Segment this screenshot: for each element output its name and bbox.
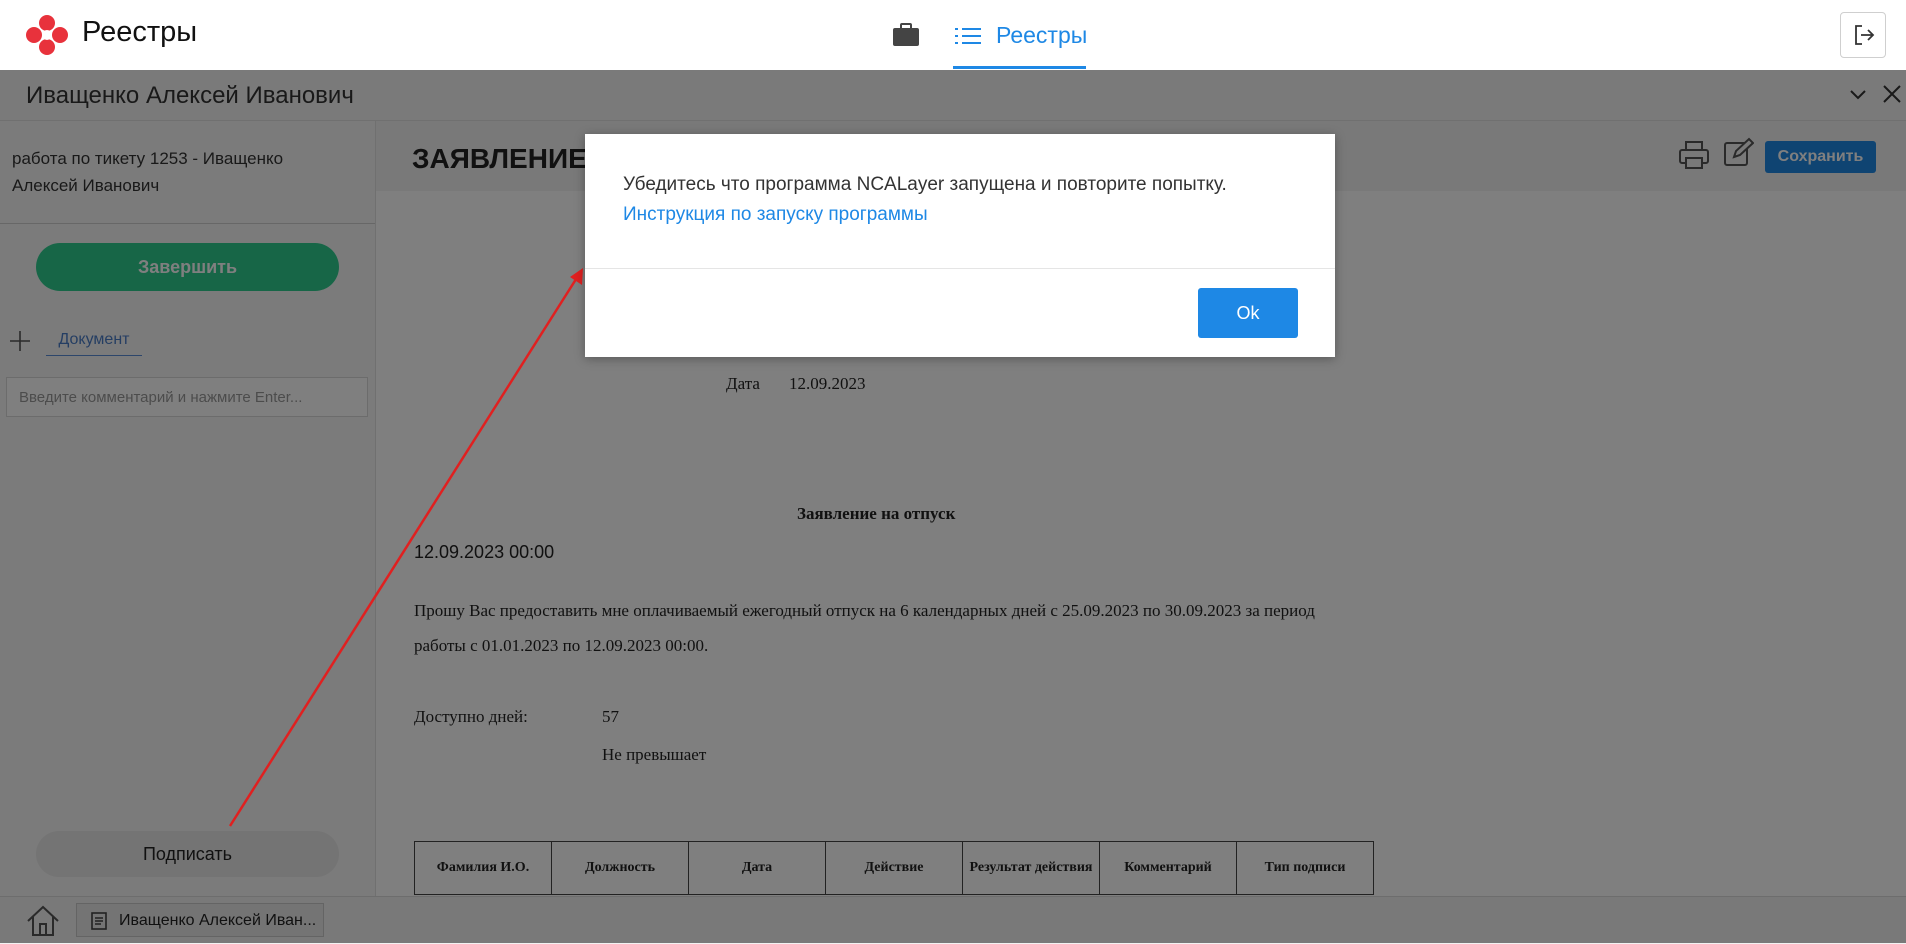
instructions-link[interactable]: Инструкция по запуску программы <box>623 204 928 226</box>
error-dialog: Убедитесь что программа NCALayer запущен… <box>585 134 1335 357</box>
ok-button[interactable]: Ok <box>1198 288 1298 338</box>
divider <box>585 268 1335 269</box>
dialog-message: Убедитесь что программа NCALayer запущен… <box>623 174 1227 195</box>
